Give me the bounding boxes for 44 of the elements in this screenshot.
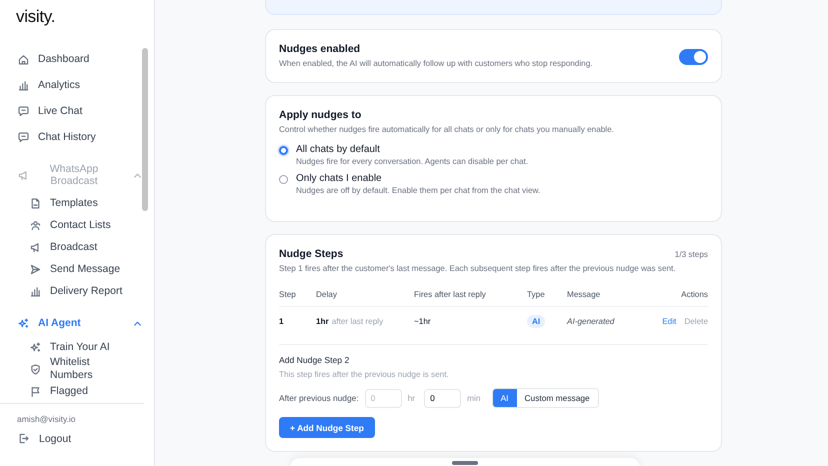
add-step-button[interactable]: + Add Nudge Step: [279, 417, 375, 438]
nav-item[interactable]: Chat History: [17, 124, 144, 150]
section-description: This step fires after the previous nudge is sent.: [279, 369, 450, 381]
nav-item[interactable]: AI Agent: [17, 310, 144, 336]
nav-item[interactable]: Train Your AI: [17, 336, 144, 358]
table-cell-text: 1: [279, 316, 285, 326]
field-label: After previous nudge:: [279, 393, 359, 403]
option-description: Nudges are off by default. Enable them per chat from the chat view.: [296, 185, 540, 197]
column-header: Step: [279, 290, 297, 299]
card-description: Control whether nudges fire automatically for all chats or only for chats you manually enable.: [279, 124, 615, 136]
column-header: Fires after last reply: [414, 290, 487, 299]
delay-note: after last reply: [332, 316, 384, 326]
edit-link[interactable]: Edit: [662, 316, 676, 326]
nav-item[interactable]: Whitelist Numbers: [17, 358, 144, 380]
type-badge: AI: [527, 314, 546, 328]
option-description: Nudges fire for every conversation. Agents can disable per chat.: [296, 156, 528, 168]
card-description: When enabled, the AI will automatically follow up with customers who stop responding.: [279, 58, 594, 70]
column-header: Actions: [680, 290, 708, 299]
delay-value: 1hr: [316, 316, 329, 326]
user-email: amish@visity.io: [17, 414, 77, 424]
nav-item[interactable]: Dashboard: [17, 46, 144, 72]
card-title: Nudges enabled: [279, 43, 362, 55]
nav-item[interactable]: Live Chat: [17, 98, 144, 124]
option-label: All chats by default: [296, 144, 381, 155]
step-count: 1/3 steps: [674, 250, 708, 259]
unit-label: min: [467, 393, 481, 403]
column-header: Message: [567, 290, 602, 299]
unit-label: hr: [408, 393, 416, 403]
logo[interactable]: visity.: [0, 0, 154, 46]
column-header: Type: [527, 290, 546, 299]
table-cell-text: AI-generated: [567, 316, 616, 326]
card-description: Step 1 fires after the customer's last message. Each subsequent step fires after the previous nudge was sent.: [279, 263, 677, 275]
minutes-field[interactable]: 0: [424, 388, 462, 408]
card-title: Apply nudges to: [279, 109, 362, 121]
option-label: Only chats I enable: [296, 173, 383, 184]
table-cell-text: ~1hr: [414, 316, 432, 326]
segment-button[interactable]: AI: [492, 389, 516, 407]
logout-link[interactable]: Logout: [17, 432, 154, 445]
nav-item[interactable]: Analytics: [17, 72, 144, 98]
card-title: Nudge Steps: [279, 248, 344, 260]
section-title: Add Nudge Step 2: [279, 355, 350, 365]
hours-field[interactable]: 0: [364, 388, 402, 408]
nav-item[interactable]: Flagged: [17, 380, 144, 402]
column-header: Delay: [316, 290, 338, 299]
